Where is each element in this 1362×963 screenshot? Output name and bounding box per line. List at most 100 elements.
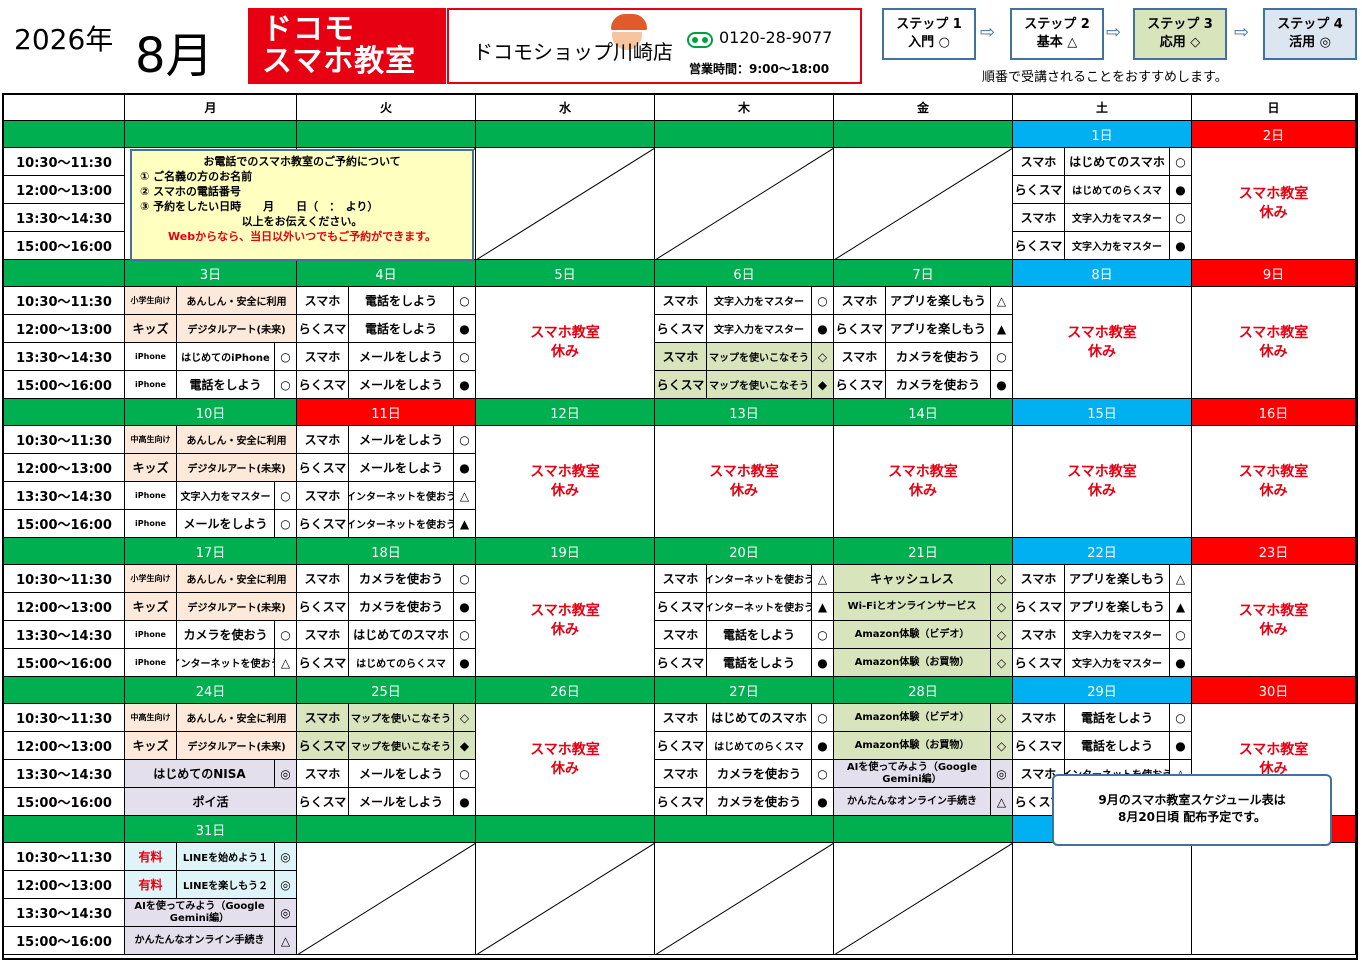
date-cell-w0-tue (297, 121, 476, 148)
class-title: 文字入力をマスター (707, 315, 812, 343)
level-mark: ● (454, 315, 476, 343)
class-type: 中高生向け (125, 426, 177, 454)
level-mark: ● (812, 732, 834, 760)
level-mark: △ (454, 482, 476, 510)
date-cell-w3-fri: 21日 (834, 538, 1013, 565)
level-mark: ○ (812, 621, 834, 649)
time-label: 15:00～16:00 (4, 371, 125, 399)
class-title: AIを使ってみよう（Google Gemini編） (834, 760, 991, 788)
date-cell-w0-wed (476, 121, 655, 148)
time-label: 12:00～13:00 (4, 454, 125, 482)
class-type: スマホ (655, 343, 707, 371)
date-cell-w4-tue: 25日 (297, 677, 476, 704)
level-mark: ◎ (275, 899, 297, 927)
level-mark: ● (812, 788, 834, 816)
level-mark: ○ (454, 287, 476, 315)
level-mark: ● (812, 315, 834, 343)
logo-line1: ドコモ (262, 12, 355, 47)
level-mark: ◎ (275, 871, 297, 899)
holiday-line1: スマホ教室 (530, 463, 600, 480)
class-title: マップを使いこなそう (349, 732, 454, 760)
class-type: スマホ (297, 760, 349, 788)
class-type: スマホ (1013, 621, 1065, 649)
week-1-date-spacer (4, 260, 125, 287)
step-2-sub: 基本 △ (1036, 35, 1078, 50)
class-type: らくスマ (1013, 649, 1065, 677)
arrow-right-icon: ⇨ (1234, 22, 1250, 43)
class-title: メールをしよう (349, 426, 454, 454)
class-title: インターネットを使おう (349, 510, 454, 538)
class-title: あんしん・安全に利用 (177, 287, 297, 315)
class-type: iPhone (125, 482, 177, 510)
class-title: Wi-Fiとオンラインサービス (834, 593, 991, 621)
empty-day (834, 843, 1013, 955)
class-title: インターネットを使おう (707, 593, 812, 621)
holiday-label: スマホ教室 休み (1013, 287, 1192, 399)
class-type: キッズ (125, 454, 177, 482)
holiday-label: スマホ教室 休み (834, 426, 1013, 538)
class-title: 電話をしよう (349, 287, 454, 315)
class-type: スマホ (1013, 565, 1065, 593)
holiday-label: スマホ教室 休み (1192, 148, 1356, 260)
class-title: あんしん・安全に利用 (177, 426, 297, 454)
class-title: メールをしよう (349, 371, 454, 399)
class-title: カメラを使おう (886, 343, 991, 371)
class-type: スマホ (297, 565, 349, 593)
level-mark: ● (991, 371, 1013, 399)
holiday-line2: 休み (1259, 204, 1288, 221)
holiday-line1: スマホ教室 (1238, 463, 1309, 480)
empty-day (476, 148, 655, 260)
holiday-line1: スマホ教室 (530, 324, 600, 341)
class-type: iPhone (125, 371, 177, 399)
level-mark: ● (454, 649, 476, 677)
class-title: はじめてのiPhone (177, 343, 275, 371)
date-cell-w2-thu: 13日 (655, 399, 834, 426)
class-title: 電話をしよう (349, 315, 454, 343)
date-cell-w0-sun: 2日 (1192, 121, 1356, 148)
level-mark: ◇ (991, 565, 1013, 593)
class-title: 文字入力をマスター (1065, 621, 1170, 649)
class-title: メールをしよう (349, 788, 454, 816)
class-title: インターネットを使おう (349, 482, 454, 510)
level-mark: ○ (812, 760, 834, 788)
class-type: らくスマ (834, 371, 886, 399)
day-header-sun: 日 (1192, 95, 1356, 121)
time-label: 13:30～14:30 (4, 621, 125, 649)
step-2-label: ステップ 2 (1024, 17, 1090, 32)
week-4-date-spacer (4, 677, 125, 704)
class-title: 文字入力をマスター (1065, 204, 1170, 232)
date-cell-w0-mon (125, 121, 297, 148)
class-type: iPhone (125, 649, 177, 677)
time-label: 15:00～16:00 (4, 232, 125, 260)
empty-day (297, 843, 476, 955)
class-type: らくスマ (1013, 176, 1065, 204)
time-label: 13:30～14:30 (4, 482, 125, 510)
step-1-label: ステップ 1 (896, 17, 962, 32)
class-title: あんしん・安全に利用 (177, 704, 297, 732)
level-mark: ○ (275, 510, 297, 538)
diagonal-line (655, 843, 833, 954)
holiday-line1: スマホ教室 (1238, 324, 1309, 341)
level-mark: ◆ (454, 732, 476, 760)
class-title: 電話をしよう (1065, 732, 1170, 760)
date-cell-w1-mon: 3日 (125, 260, 297, 287)
class-type: 有料 (125, 843, 177, 871)
day-header-tue: 火 (297, 95, 476, 121)
next-month-notice: 9月のスマホ教室スケジュール表は 8月20日頃 配布予定です。 (1052, 774, 1332, 846)
class-type: らくスマ (297, 788, 349, 816)
date-cell-w3-sat: 22日 (1013, 538, 1192, 565)
class-title: はじめてのスマホ (707, 704, 812, 732)
level-mark: ○ (1170, 621, 1192, 649)
class-title: メールをしよう (177, 510, 275, 538)
day-header-thu: 木 (655, 95, 834, 121)
shop-info: ドコモショップ川崎店 0120-28-9077 営業時間：9:00～18:00 (447, 8, 862, 84)
level-mark: ▲ (454, 510, 476, 538)
holiday-label: スマホ教室 休み (1192, 287, 1356, 399)
date-cell-w3-thu: 20日 (655, 538, 834, 565)
holiday-line1: スマホ教室 (709, 463, 779, 480)
class-type: スマホ (297, 621, 349, 649)
time-label: 10:30～11:30 (4, 704, 125, 732)
arrow-right-icon: ⇨ (1106, 22, 1122, 43)
class-title: 電話をしよう (707, 649, 812, 677)
day-header-sat: 土 (1013, 95, 1192, 121)
